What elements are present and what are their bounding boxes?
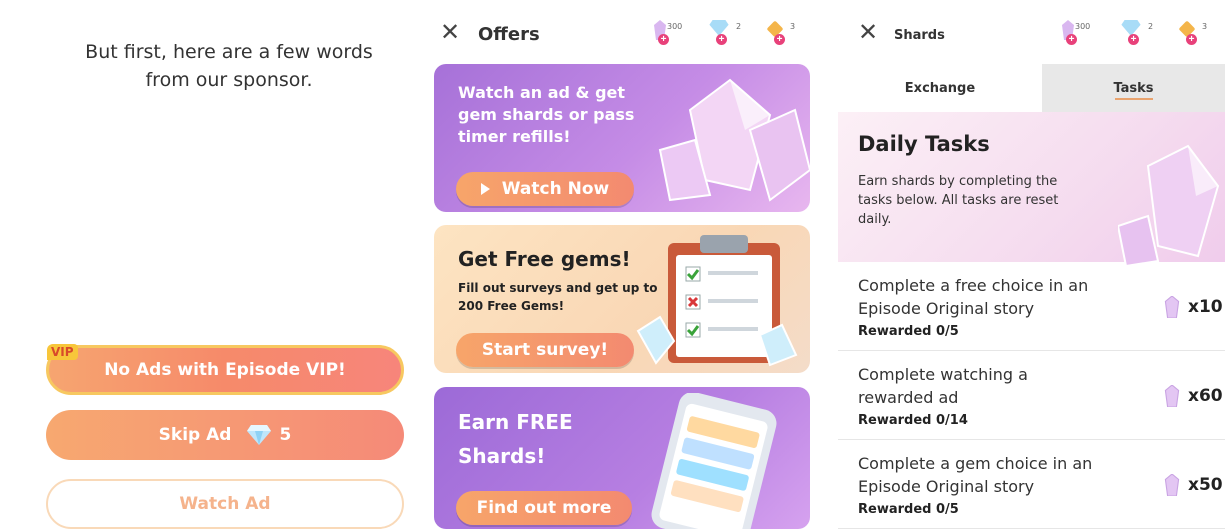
task-reward-amount: x10: [1188, 297, 1223, 317]
task-reward: x60: [1164, 385, 1223, 407]
active-tab-indicator: [1114, 98, 1153, 100]
offers-title: Offers: [478, 24, 540, 45]
add-icon: +: [716, 34, 727, 45]
tab-tasks-label: Tasks: [1113, 80, 1154, 96]
find-out-more-label: Find out more: [476, 498, 612, 518]
sponsor-message: But first, here are a few words from our…: [85, 41, 373, 91]
shards-top-bar: ✕ Shards + 300 + 2 + 3: [838, 0, 1225, 64]
task-progress: Rewarded 0/5: [858, 324, 959, 339]
shard-icon: [1164, 474, 1180, 496]
task-text: Complete a gem choice in an Episode Orig…: [858, 454, 1093, 496]
add-icon: +: [774, 34, 785, 45]
shards-screen: ✕ Shards + 300 + 2 + 3 Exchange Tasks Da…: [838, 0, 1225, 529]
shard-counter[interactable]: + 300: [654, 20, 683, 45]
shard-icon: [1164, 296, 1180, 318]
task-row: Complete a free choice in an Episode Ori…: [838, 262, 1225, 351]
start-survey-button[interactable]: Start survey!: [456, 333, 634, 367]
pass-counter[interactable]: + 3: [766, 20, 796, 45]
crystal-icon: [1118, 144, 1220, 266]
phone-icon: [651, 393, 777, 529]
watch-ad-offer-title: Watch an ad & get gem shards or pass tim…: [458, 83, 635, 146]
watch-now-label: Watch Now: [501, 179, 610, 199]
skip-ad-label: Skip Ad: [158, 425, 232, 445]
watch-ad-button[interactable]: Watch Ad: [46, 479, 404, 529]
pass-amount: 3: [790, 22, 796, 31]
task-text: Complete a free choice in an Episode Ori…: [858, 276, 1089, 318]
watch-ad-offer-card[interactable]: Watch an ad & get gem shards or pass tim…: [434, 64, 810, 212]
close-icon[interactable]: ✕: [858, 18, 878, 46]
pass-counter[interactable]: + 3: [1178, 20, 1208, 45]
vip-button[interactable]: VIP No Ads with Episode VIP!: [46, 344, 404, 395]
watch-now-button[interactable]: Watch Now: [456, 172, 634, 206]
shard-counter[interactable]: + 300: [1062, 20, 1091, 45]
task-row: Complete watching a rewarded ad Rewarded…: [838, 351, 1225, 440]
task-progress: Rewarded 0/5: [858, 502, 959, 517]
daily-tasks-title: Daily Tasks: [858, 132, 990, 156]
add-icon: +: [1186, 34, 1197, 45]
task-reward-amount: x50: [1188, 475, 1223, 495]
sponsor-screen: But first, here are a few words from our…: [0, 0, 430, 529]
task-progress: Rewarded 0/14: [858, 413, 968, 428]
daily-tasks-description: Earn shards by completing the tasks belo…: [858, 174, 1059, 227]
pass-amount: 3: [1202, 22, 1208, 31]
task-text: Complete watching a rewarded ad: [858, 365, 1028, 407]
daily-tasks-banner: Daily Tasks Earn shards by completing th…: [838, 112, 1225, 266]
earn-shards-offer-card[interactable]: Earn FREE Shards! Find out more: [434, 387, 810, 529]
skip-ad-cost: 5: [279, 425, 292, 445]
skip-ad-button[interactable]: Skip Ad 5: [46, 410, 404, 460]
task-reward: x50: [1164, 474, 1223, 496]
task-row: Complete a gem choice in an Episode Orig…: [838, 440, 1225, 529]
free-gems-subtitle: Fill out surveys and get up to 200 Free …: [458, 281, 658, 313]
add-icon: +: [658, 34, 669, 45]
watch-ad-label: Watch Ad: [179, 494, 271, 514]
shards-title: Shards: [894, 28, 945, 43]
vip-button-label: No Ads with Episode VIP!: [104, 360, 346, 380]
gem-counter[interactable]: + 2: [708, 20, 742, 45]
gem-counter[interactable]: + 2: [1120, 20, 1154, 45]
shard-amount: 300: [1075, 22, 1091, 31]
gem-amount: 2: [736, 22, 742, 31]
offers-screen: ✕ Offers + 300 + 2 + 3 Watch an ad & get…: [432, 0, 812, 529]
task-reward: x10: [1164, 296, 1223, 318]
add-icon: +: [1128, 34, 1139, 45]
offers-top-bar: ✕ Offers + 300 + 2 + 3: [432, 0, 812, 64]
crystal-icon: [658, 78, 810, 202]
find-out-more-button[interactable]: Find out more: [456, 491, 632, 525]
task-reward-amount: x60: [1188, 386, 1223, 406]
gem-amount: 2: [1148, 22, 1154, 31]
start-survey-label: Start survey!: [481, 340, 609, 360]
gem-icon: [247, 425, 272, 445]
close-icon[interactable]: ✕: [440, 18, 460, 46]
tab-exchange-label: Exchange: [904, 80, 976, 96]
shard-amount: 300: [667, 22, 683, 31]
earn-shards-title: Earn FREE Shards!: [458, 410, 573, 468]
tab-tasks[interactable]: Tasks: [1042, 64, 1225, 112]
free-gems-offer-card[interactable]: Get Free gems! Fill out surveys and get …: [434, 225, 810, 373]
vip-badge: VIP: [47, 344, 78, 360]
tab-exchange[interactable]: Exchange: [838, 64, 1042, 112]
play-icon: [480, 183, 490, 195]
shard-icon: [1164, 385, 1180, 407]
shards-tabs: Exchange Tasks: [838, 64, 1225, 112]
free-gems-title: Get Free gems!: [458, 247, 631, 271]
add-icon: +: [1066, 34, 1077, 45]
